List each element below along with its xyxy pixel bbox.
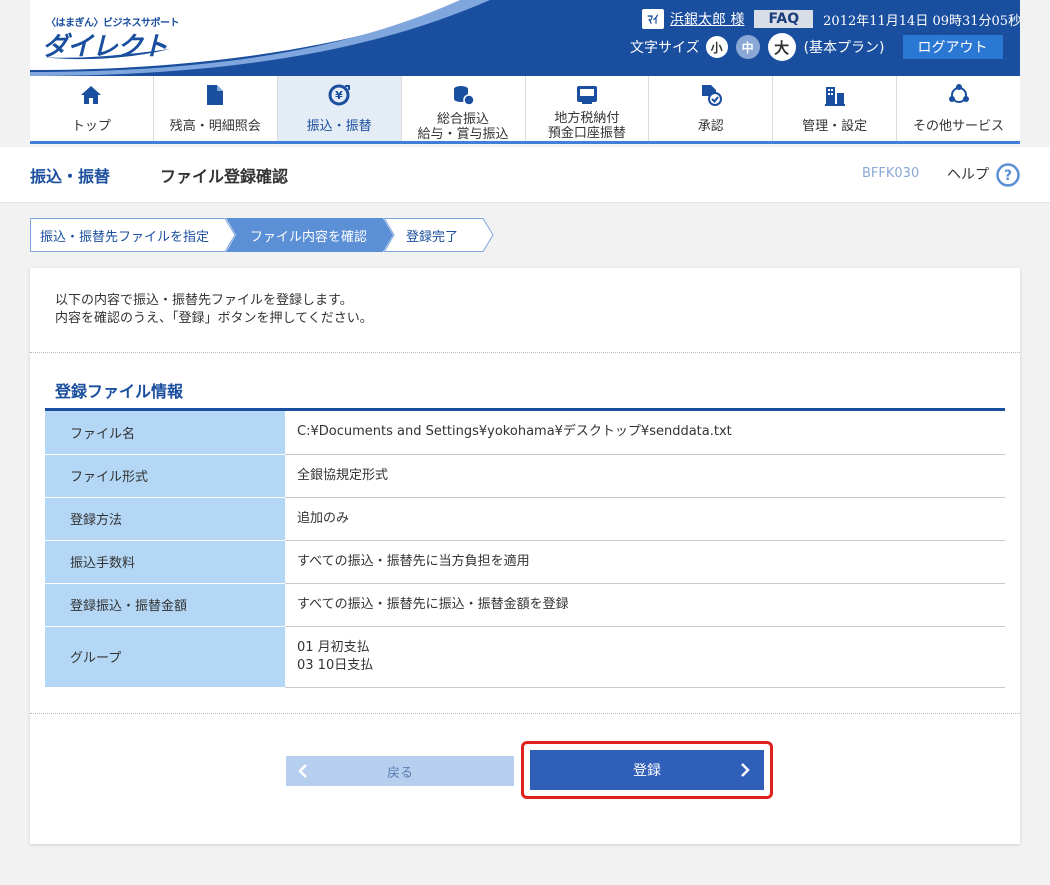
row-value: C:¥Documents and Settings¥yokohama¥デスクトッ…: [285, 411, 1005, 455]
font-size-large-button[interactable]: 大: [767, 33, 796, 61]
font-size-row: 文字サイズ 小 中 大 (基本プラン) ログアウト: [630, 33, 1003, 61]
nav-label: 承認: [697, 119, 724, 134]
help-link[interactable]: ヘルプ: [947, 164, 989, 184]
step-label: 振込・振替先ファイルを指定: [40, 229, 210, 245]
user-info-row: ﾏｲ 浜銀太郎 様 FAQ 2012年11月14日 09時31分05秒: [642, 8, 1020, 30]
nav-item-balance[interactable]: 残高・明細照会: [154, 76, 278, 141]
main-panel: 以下の内容で振込・振替先ファイルを登録します。 内容を確認のうえ、「登録」ボタン…: [30, 268, 1020, 844]
row-label: 登録振込・振替金額: [45, 583, 285, 627]
nav-item-other-services[interactable]: その他サービス: [897, 76, 1020, 141]
table-row: ファイル名 C:¥Documents and Settings¥yokohama…: [45, 411, 1005, 455]
section-title: 振込・振替: [30, 167, 111, 186]
back-button-label: 戻る: [386, 765, 413, 781]
nav-label-line1: 地方税納付: [554, 111, 620, 126]
logo[interactable]: 〈はまぎん〉ビジネスサポート ダイレクト: [42, 12, 192, 64]
step-2: ファイル内容を確認: [226, 218, 393, 252]
help-icon[interactable]: ?: [996, 163, 1020, 187]
chevron-right-icon: [741, 763, 750, 777]
login-datetime: 2012年11月14日 09時31分05秒: [823, 13, 1020, 29]
table-row: 登録振込・振替金額 すべての振込・振替先に振込・振替金額を登録: [45, 583, 1005, 627]
plan-label: (基本プラン): [803, 40, 885, 56]
nav-label-line2: 給与・賞与振込: [417, 127, 509, 142]
group-value-1: 01 月初支払: [297, 639, 370, 655]
table-row: グループ 01 月初支払 03 10日支払: [45, 626, 1005, 688]
row-label: 登録方法: [45, 497, 285, 541]
step-label: 登録完了: [406, 229, 459, 245]
logo-swoosh-icon: [44, 49, 170, 60]
nav-label: 振込・振替: [306, 119, 372, 134]
home-icon: [80, 84, 102, 106]
svg-text:¥: ¥: [335, 89, 343, 102]
svg-text:?: ?: [1004, 168, 1012, 184]
document-icon: [204, 84, 226, 106]
row-label: ファイル形式: [45, 454, 285, 498]
nav-item-tax-payment[interactable]: 地方税納付 預金口座振替: [526, 76, 650, 141]
row-value: 全銀協規定形式: [285, 454, 1005, 498]
register-button[interactable]: 登録: [530, 750, 764, 790]
table-row: 登録方法 追加のみ: [45, 497, 1005, 541]
file-info-table: ファイル名 C:¥Documents and Settings¥yokohama…: [45, 411, 1005, 688]
row-value: すべての振込・振替先に振込・振替金額を登録: [285, 583, 1005, 627]
step-1: 振込・振替先ファイルを指定: [30, 218, 236, 252]
page-title-bar: 振込・振替 ファイル登録確認 BFFK030 ヘルプ: [0, 147, 1050, 203]
screen-id: BFFK030: [862, 166, 920, 181]
row-label: グループ: [45, 626, 285, 688]
nav-label-line1: 総合振込: [437, 112, 490, 127]
nav-label: トップ: [71, 119, 111, 134]
nav-label-line2: 預金口座振替: [547, 126, 626, 141]
section-heading: 登録ファイル情報: [55, 382, 184, 401]
nav-item-settings[interactable]: 管理・設定: [773, 76, 898, 141]
nav-item-transfer[interactable]: ¥ 振込・振替: [277, 76, 402, 141]
intro-text: 以下の内容で振込・振替先ファイルを登録します。 内容を確認のうえ、「登録」ボタン…: [55, 292, 373, 328]
page-title: ファイル登録確認: [160, 167, 289, 186]
progress-steps: 振込・振替先ファイルを指定 ファイル内容を確認 登録完了: [30, 218, 494, 252]
row-value: 追加のみ: [285, 497, 1005, 541]
step-label: ファイル内容を確認: [250, 229, 368, 245]
nav-item-bulk-transfer[interactable]: 総合振込 給与・賞与振込: [402, 76, 526, 142]
approval-icon: [700, 84, 722, 106]
row-value: 01 月初支払 03 10日支払: [285, 626, 1005, 688]
nav-item-approval[interactable]: 承認: [649, 76, 774, 141]
coins-icon: [452, 84, 475, 106]
nav-label: 残高・明細照会: [169, 119, 261, 134]
nav-item-top[interactable]: トップ: [30, 76, 154, 141]
step-3: 登録完了: [384, 218, 494, 252]
divider: [30, 352, 1020, 353]
user-name-link[interactable]: 浜銀太郎 様: [670, 9, 744, 29]
faq-button[interactable]: FAQ: [754, 10, 814, 28]
tax-icon: [576, 84, 598, 105]
services-icon: [948, 84, 970, 106]
row-label: ファイル名: [45, 411, 285, 455]
settings-building-icon: [824, 84, 846, 106]
font-size-medium-button[interactable]: 中: [735, 35, 760, 59]
intro-line-2: 内容を確認のうえ、「登録」ボタンを押してください。: [55, 311, 373, 326]
yen-transfer-icon: ¥: [328, 84, 351, 106]
font-size-label: 文字サイズ: [630, 40, 700, 56]
table-row: 振込手数料 すべての振込・振替先に当方負担を適用: [45, 540, 1005, 584]
back-button[interactable]: 戻る: [286, 756, 514, 786]
font-size-small-button[interactable]: 小: [705, 36, 728, 58]
header: 〈はまぎん〉ビジネスサポート ダイレクト ﾏｲ 浜銀太郎 様 FAQ 2012年…: [30, 0, 1020, 76]
chevron-left-icon: [298, 764, 307, 778]
group-value-2: 03 10日支払: [297, 657, 374, 673]
nav-label: 管理・設定: [802, 119, 868, 134]
row-value: すべての振込・振替先に当方負担を適用: [285, 540, 1005, 584]
table-row: ファイル形式 全銀協規定形式: [45, 454, 1005, 498]
intro-line-1: 以下の内容で振込・振替先ファイルを登録します。: [55, 293, 353, 308]
logout-button[interactable]: ログアウト: [902, 35, 1003, 59]
nav-label: その他サービス: [913, 119, 1005, 134]
register-button-label: 登録: [633, 763, 661, 779]
global-nav: トップ 残高・明細照会 ¥ 振込・振替 総合振込 給与・賞与振込 地方税納付 預…: [30, 76, 1020, 144]
row-label: 振込手数料: [45, 540, 285, 584]
my-page-icon[interactable]: ﾏｲ: [642, 9, 664, 29]
divider: [30, 713, 1020, 714]
